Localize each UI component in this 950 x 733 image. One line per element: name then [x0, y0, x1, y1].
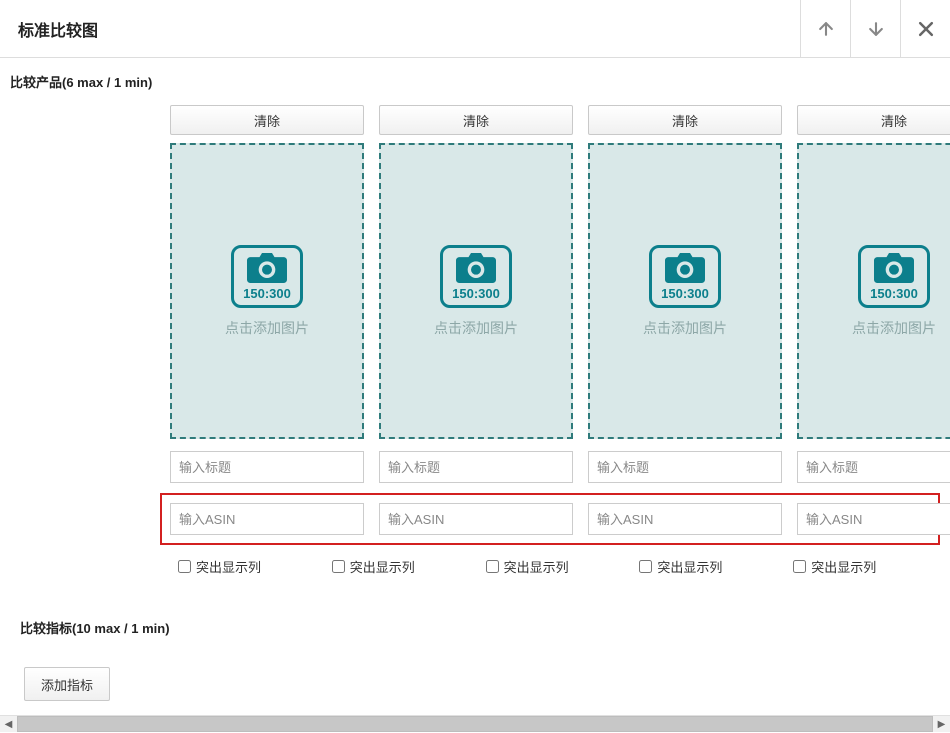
- image-drop-zone[interactable]: 150:300 点击添加图片: [170, 143, 364, 439]
- clear-button[interactable]: 清除: [588, 105, 782, 135]
- camera-icon: [665, 253, 705, 286]
- scroll-right-icon[interactable]: ▶: [933, 716, 950, 733]
- image-drop-zone[interactable]: 150:300 点击添加图片: [588, 143, 782, 439]
- image-ratio-label: 150:300: [870, 286, 918, 301]
- scroll-left-icon[interactable]: ◀: [0, 716, 17, 733]
- title-input[interactable]: [588, 451, 782, 483]
- highlight-column-checkbox[interactable]: [639, 560, 652, 573]
- horizontal-scrollbar[interactable]: ◀ ▶: [0, 715, 950, 732]
- product-columns: 清除 150:300 点击添加图片 清除 150:3: [170, 105, 940, 483]
- image-drop-zone[interactable]: 150:300 点击添加图片: [797, 143, 950, 439]
- highlight-column-label: 突出显示列: [350, 557, 415, 576]
- highlight-column-checkbox-wrap[interactable]: 突出显示列: [793, 557, 932, 576]
- add-metric-button[interactable]: 添加指标: [24, 667, 110, 701]
- image-ratio-label: 150:300: [661, 286, 709, 301]
- asin-input-row: [160, 493, 940, 545]
- image-hint-text: 点击添加图片: [643, 318, 727, 338]
- asin-input[interactable]: [588, 503, 782, 535]
- product-column: 清除 150:300 点击添加图片: [797, 105, 950, 483]
- camera-icon: [247, 253, 287, 286]
- metrics-section: 比较指标(10 max / 1 min) 添加指标: [0, 604, 950, 709]
- image-ratio-label: 150:300: [452, 286, 500, 301]
- camera-placeholder: 150:300: [440, 245, 512, 308]
- metrics-section-label: 比较指标(10 max / 1 min): [10, 604, 940, 651]
- asin-input[interactable]: [797, 503, 950, 535]
- camera-placeholder: 150:300: [649, 245, 721, 308]
- title-input[interactable]: [379, 451, 573, 483]
- image-hint-text: 点击添加图片: [225, 318, 309, 338]
- highlight-column-checkbox[interactable]: [178, 560, 191, 573]
- products-section-label: 比较产品(6 max / 1 min): [0, 58, 950, 105]
- title-input[interactable]: [170, 451, 364, 483]
- highlight-column-checkbox[interactable]: [332, 560, 345, 573]
- title-input[interactable]: [797, 451, 950, 483]
- image-hint-text: 点击添加图片: [434, 318, 518, 338]
- highlight-column-label: 突出显示列: [657, 557, 722, 576]
- clear-button[interactable]: 清除: [379, 105, 573, 135]
- image-drop-zone[interactable]: 150:300 点击添加图片: [379, 143, 573, 439]
- move-down-button[interactable]: [850, 0, 900, 57]
- product-column: 清除 150:300 点击添加图片: [170, 105, 364, 483]
- asin-input[interactable]: [379, 503, 573, 535]
- clear-button[interactable]: 清除: [170, 105, 364, 135]
- camera-placeholder: 150:300: [231, 245, 303, 308]
- image-ratio-label: 150:300: [243, 286, 291, 301]
- highlight-column-checkbox[interactable]: [793, 560, 806, 573]
- close-button[interactable]: [900, 0, 950, 57]
- product-column: 清除 150:300 点击添加图片: [379, 105, 573, 483]
- header: 标准比较图: [0, 0, 950, 58]
- highlight-column-checkbox-wrap[interactable]: 突出显示列: [486, 557, 625, 576]
- highlight-row: 突出显示列 突出显示列 突出显示列 突出显示列 突出显示列: [170, 557, 940, 576]
- highlight-column-checkbox[interactable]: [486, 560, 499, 573]
- scroll-thumb[interactable]: [17, 716, 933, 732]
- clear-button[interactable]: 清除: [797, 105, 950, 135]
- highlight-column-checkbox-wrap[interactable]: 突出显示列: [639, 557, 778, 576]
- highlight-column-checkbox-wrap[interactable]: 突出显示列: [332, 557, 471, 576]
- camera-icon: [874, 253, 914, 286]
- camera-icon: [456, 253, 496, 286]
- header-actions: [800, 0, 950, 57]
- image-hint-text: 点击添加图片: [852, 318, 936, 338]
- asin-input[interactable]: [170, 503, 364, 535]
- highlight-column-label: 突出显示列: [196, 557, 261, 576]
- camera-placeholder: 150:300: [858, 245, 930, 308]
- highlight-column-label: 突出显示列: [811, 557, 876, 576]
- highlight-column-label: 突出显示列: [504, 557, 569, 576]
- page-title: 标准比较图: [0, 17, 98, 41]
- move-up-button[interactable]: [800, 0, 850, 57]
- product-column: 清除 150:300 点击添加图片: [588, 105, 782, 483]
- highlight-column-checkbox-wrap[interactable]: 突出显示列: [178, 557, 317, 576]
